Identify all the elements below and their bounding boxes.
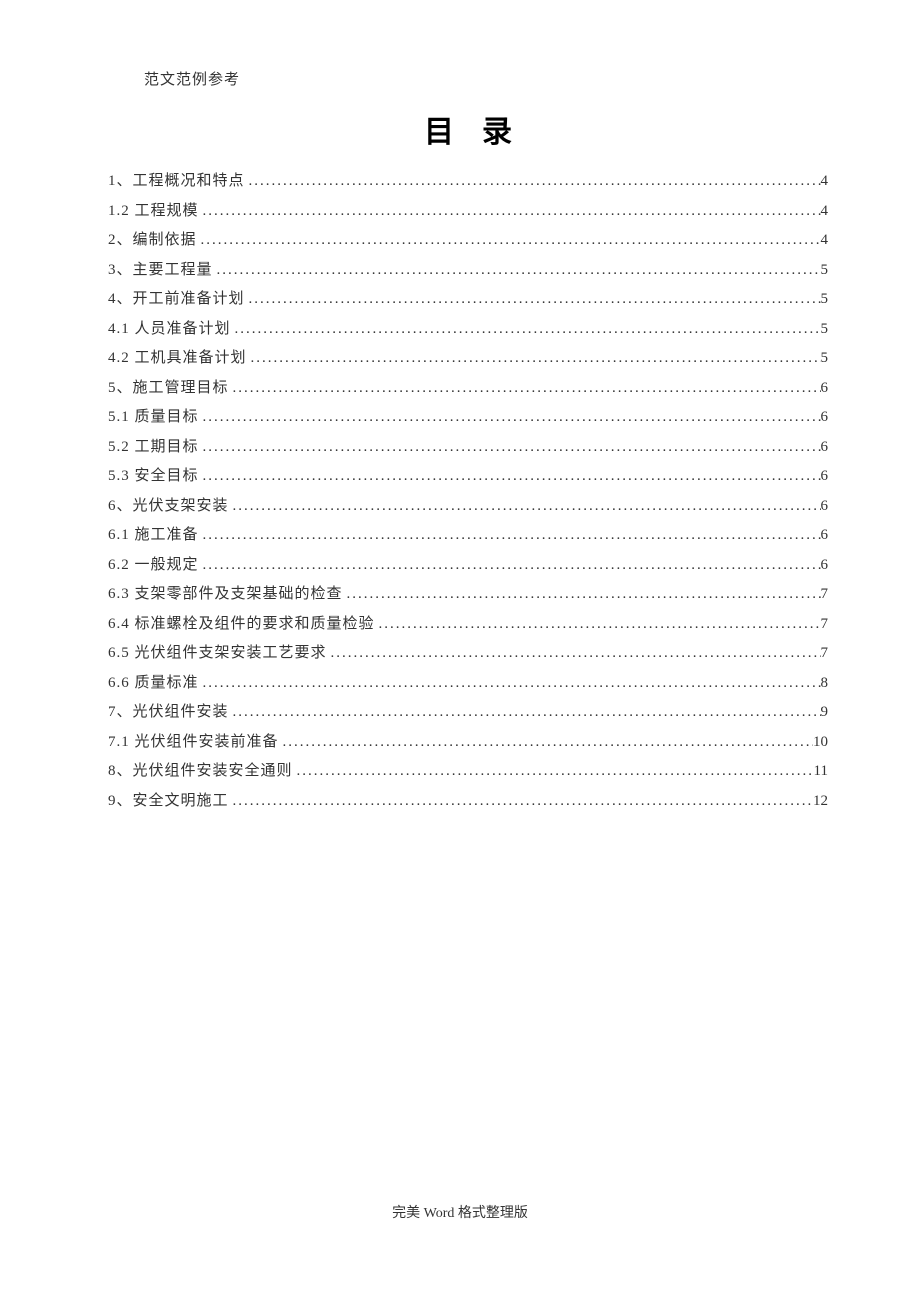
toc-entry: 2、编制依据 4 — [108, 226, 828, 256]
toc-entry-label: 4、开工前准备计划 — [108, 285, 245, 315]
toc-entry: 6.6 质量标准 8 — [108, 669, 828, 699]
toc-entry-label: 7、光伏组件安装 — [108, 698, 229, 728]
toc-entry-page: 9 — [821, 698, 829, 728]
toc-entry-page: 5 — [821, 285, 829, 315]
toc-entry-page: 8 — [821, 669, 829, 699]
footer-word: Word — [424, 1206, 458, 1221]
toc-entry-page: 6 — [821, 403, 829, 433]
toc-entry: 8、光伏组件安装安全通则 11 — [108, 757, 828, 787]
toc-entry: 6.2 一般规定 6 — [108, 551, 828, 581]
toc-leader-dots — [229, 374, 821, 404]
toc-entry: 1.2 工程规模 4 — [108, 197, 828, 227]
toc-entry-label: 5.1 质量目标 — [108, 403, 199, 433]
toc-entry-page: 7 — [821, 610, 829, 640]
toc-entry-page: 12 — [813, 787, 828, 817]
toc-entry-label: 6.3 支架零部件及支架基础的检查 — [108, 580, 343, 610]
toc-entry-label: 8、光伏组件安装安全通则 — [108, 757, 293, 787]
toc-leader-dots — [245, 285, 821, 315]
toc-entry: 6.5 光伏组件支架安装工艺要求 7 — [108, 639, 828, 669]
toc-entry-label: 2、编制依据 — [108, 226, 197, 256]
document-page: 范文范例参考 目录 1、工程概况和特点 41.2 工程规模 42、编制依据 43… — [0, 0, 920, 816]
toc-leader-dots — [199, 433, 821, 463]
toc-entry: 4.2 工机具准备计划 5 — [108, 344, 828, 374]
toc-entry-label: 1、工程概况和特点 — [108, 167, 245, 197]
footer: 完美 Word 格式整理版 — [0, 1202, 920, 1222]
toc-leader-dots — [199, 197, 821, 227]
toc-entry-page: 7 — [821, 639, 829, 669]
toc-entry-page: 5 — [821, 256, 829, 286]
header-text: 范文范例参考 — [144, 68, 828, 89]
toc-entry-page: 10 — [813, 728, 828, 758]
toc-entry-label: 6.1 施工准备 — [108, 521, 199, 551]
toc-leader-dots — [213, 256, 821, 286]
toc-entry: 4.1 人员准备计划 5 — [108, 315, 828, 345]
footer-prefix: 完美 — [392, 1206, 424, 1221]
toc-entry-page: 6 — [821, 462, 829, 492]
toc-leader-dots — [199, 403, 821, 433]
toc-entry: 5.2 工期目标 6 — [108, 433, 828, 463]
toc-entry-label: 7.1 光伏组件安装前准备 — [108, 728, 279, 758]
toc-leader-dots — [245, 167, 821, 197]
toc-entry: 3、主要工程量 5 — [108, 256, 828, 286]
toc-leader-dots — [199, 551, 821, 581]
toc-entry-label: 6.6 质量标准 — [108, 669, 199, 699]
toc-leader-dots — [229, 698, 821, 728]
toc-leader-dots — [375, 610, 821, 640]
toc-entry-page: 4 — [821, 226, 829, 256]
toc-entry: 7.1 光伏组件安装前准备 10 — [108, 728, 828, 758]
toc-entry-page: 6 — [821, 492, 829, 522]
toc-entry-label: 5、施工管理目标 — [108, 374, 229, 404]
toc-entry-page: 4 — [821, 197, 829, 227]
toc-entry-label: 6.4 标准螺栓及组件的要求和质量检验 — [108, 610, 375, 640]
toc-leader-dots — [293, 757, 814, 787]
toc-entry-page: 5 — [821, 344, 829, 374]
toc-leader-dots — [199, 669, 821, 699]
toc-entry: 5.1 质量目标 6 — [108, 403, 828, 433]
toc-entry-label: 4.2 工机具准备计划 — [108, 344, 247, 374]
toc-entry-label: 5.2 工期目标 — [108, 433, 199, 463]
toc-entry-label: 6.2 一般规定 — [108, 551, 199, 581]
table-of-contents: 1、工程概况和特点 41.2 工程规模 42、编制依据 43、主要工程量 54、… — [108, 167, 828, 816]
toc-entry-page: 6 — [821, 551, 829, 581]
toc-entry-label: 5.3 安全目标 — [108, 462, 199, 492]
toc-entry-page: 6 — [821, 374, 829, 404]
toc-leader-dots — [197, 226, 821, 256]
toc-title: 目录 — [108, 107, 828, 151]
toc-leader-dots — [229, 787, 813, 817]
toc-leader-dots — [231, 315, 821, 345]
toc-entry-label: 3、主要工程量 — [108, 256, 213, 286]
toc-entry: 5、施工管理目标 6 — [108, 374, 828, 404]
toc-leader-dots — [229, 492, 821, 522]
toc-entry-page: 5 — [821, 315, 829, 345]
toc-leader-dots — [343, 580, 821, 610]
toc-leader-dots — [199, 462, 821, 492]
toc-entry-label: 1.2 工程规模 — [108, 197, 199, 227]
toc-entry-page: 6 — [821, 521, 829, 551]
toc-leader-dots — [327, 639, 821, 669]
toc-entry-page: 4 — [821, 167, 829, 197]
toc-entry: 1、工程概况和特点 4 — [108, 167, 828, 197]
toc-entry: 9、安全文明施工 12 — [108, 787, 828, 817]
toc-entry: 5.3 安全目标 6 — [108, 462, 828, 492]
toc-entry-label: 4.1 人员准备计划 — [108, 315, 231, 345]
toc-entry-label: 6.5 光伏组件支架安装工艺要求 — [108, 639, 327, 669]
toc-entry: 6、光伏支架安装 6 — [108, 492, 828, 522]
toc-entry: 6.4 标准螺栓及组件的要求和质量检验 7 — [108, 610, 828, 640]
toc-entry-page: 7 — [821, 580, 829, 610]
toc-entry: 4、开工前准备计划 5 — [108, 285, 828, 315]
toc-entry-page: 6 — [821, 433, 829, 463]
footer-suffix: 格式整理版 — [458, 1206, 528, 1221]
toc-entry-page: 11 — [814, 757, 828, 787]
toc-leader-dots — [279, 728, 813, 758]
toc-entry: 7、光伏组件安装 9 — [108, 698, 828, 728]
toc-leader-dots — [199, 521, 821, 551]
toc-entry: 6.3 支架零部件及支架基础的检查 7 — [108, 580, 828, 610]
toc-entry-label: 9、安全文明施工 — [108, 787, 229, 817]
toc-entry: 6.1 施工准备 6 — [108, 521, 828, 551]
toc-leader-dots — [247, 344, 821, 374]
toc-entry-label: 6、光伏支架安装 — [108, 492, 229, 522]
